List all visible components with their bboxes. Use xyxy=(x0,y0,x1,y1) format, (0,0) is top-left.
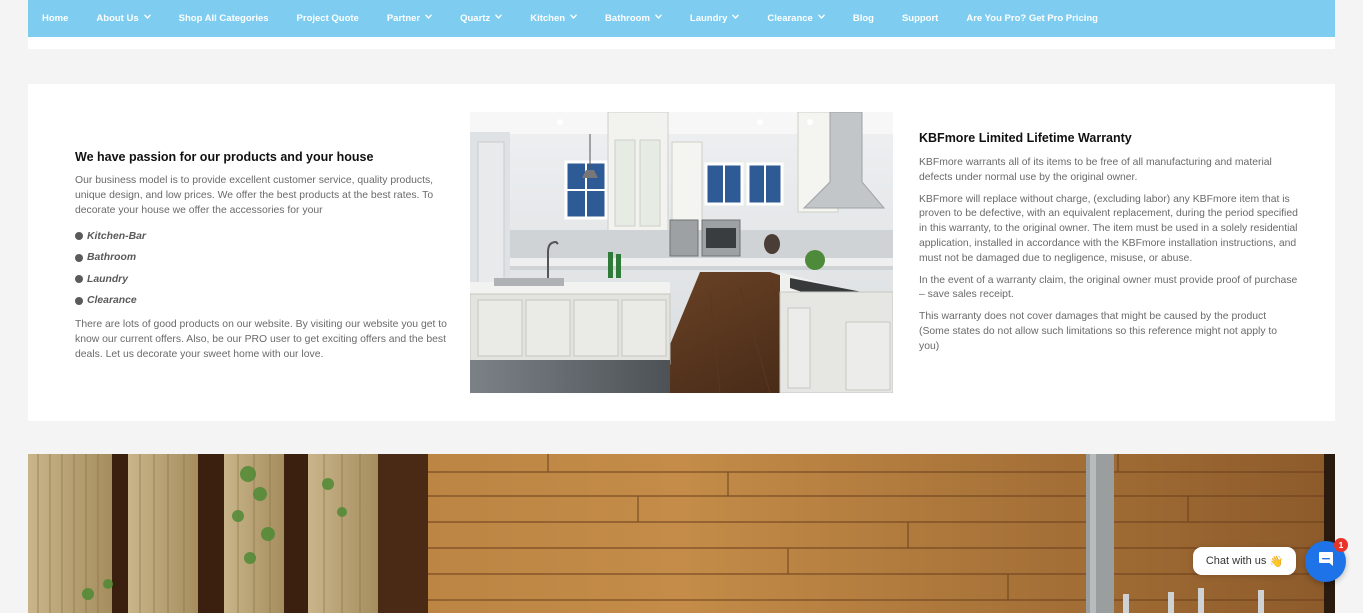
nav-item-label: Support xyxy=(901,13,939,24)
bullet-icon xyxy=(75,232,83,241)
chat-icon xyxy=(1317,550,1335,573)
bullet-icon xyxy=(75,275,83,284)
category-item: Kitchen-Bar xyxy=(75,225,450,247)
category-list: Kitchen-Bar Bathroom Laundry Clearance xyxy=(75,225,450,311)
chevron-down-icon xyxy=(570,14,578,21)
nav-item-label: Laundry xyxy=(689,13,728,24)
nav-item-bathroom[interactable]: Bathroom xyxy=(605,13,676,24)
category-item: Clearance xyxy=(75,290,450,312)
nav-item-label: Are You Pro? Get Pro Pricing xyxy=(966,13,1098,24)
category-item: Bathroom xyxy=(75,247,450,269)
nav-item-blog[interactable]: Blog xyxy=(853,13,888,24)
nav-item-laundry[interactable]: Laundry xyxy=(690,13,753,24)
chat-prompt[interactable]: Chat with us 👋 xyxy=(1193,547,1296,575)
category-label: Bathroom xyxy=(87,252,137,264)
nav-item-label: Blog xyxy=(852,13,874,24)
bullet-icon xyxy=(75,253,83,262)
warranty-paragraph: In the event of a warranty claim, the or… xyxy=(919,274,1298,301)
kitchen-image xyxy=(470,112,893,393)
nav-item-project-quote[interactable]: Project Quote xyxy=(297,13,373,24)
nav-item-label: About Us xyxy=(96,13,139,24)
notification-badge: 1 xyxy=(1334,538,1348,552)
about-outro: There are lots of good products on our w… xyxy=(75,319,447,360)
nav-item-are-you-pro-get-pro-pricing[interactable]: Are You Pro? Get Pro Pricing xyxy=(966,13,1112,24)
nav-menu: Home About Us Shop All Categories Project Q… xyxy=(42,0,1126,37)
chevron-down-icon xyxy=(495,14,503,21)
chevron-down-icon xyxy=(732,14,740,21)
nav-item-shop-all-categories[interactable]: Shop All Categories xyxy=(179,13,283,24)
nav-item-label: Clearance xyxy=(767,13,813,24)
nav-item-label: Kitchen xyxy=(530,13,566,24)
chevron-down-icon xyxy=(425,14,433,21)
wave-emoji: 👋 xyxy=(1269,555,1284,568)
nav-item-label: Shop All Categories xyxy=(178,13,269,24)
chat-prompt-label: Chat with us xyxy=(1205,555,1267,567)
nav-item-label: Bathroom xyxy=(605,13,650,24)
bullet-icon xyxy=(75,296,83,305)
nav-item-about-us[interactable]: About Us xyxy=(96,13,164,24)
warranty-paragraph: KBFmore warrants all of its items to be … xyxy=(919,157,1272,183)
chevron-down-icon xyxy=(817,14,825,21)
warranty-paragraph: This warranty does not cover damages tha… xyxy=(919,311,1278,352)
content-strip xyxy=(28,37,1335,49)
warranty-column: KBFmore Limited Lifetime Warranty KBFmor… xyxy=(919,131,1299,362)
category-item: Laundry xyxy=(75,268,450,290)
nav-item-support[interactable]: Support xyxy=(902,13,952,24)
category-label: Kitchen-Bar xyxy=(87,230,146,242)
about-section: We have passion for our products and you… xyxy=(28,84,1335,421)
nav-item-partner[interactable]: Partner xyxy=(387,13,446,24)
nav-item-label: Quartz xyxy=(460,13,491,24)
wood-interior-image xyxy=(28,454,1335,613)
nav-item-label: Project Quote xyxy=(296,13,359,24)
nav-item-label: Home xyxy=(42,13,69,24)
warranty-paragraph: KBFmore will replace without charge, (ex… xyxy=(919,193,1298,264)
about-column: We have passion for our products and you… xyxy=(75,150,450,363)
nav-item-kitchen[interactable]: Kitchen xyxy=(530,13,591,24)
about-intro: Our business model is to provide excelle… xyxy=(75,175,434,216)
chevron-down-icon xyxy=(654,14,662,21)
nav-item-home[interactable]: Home xyxy=(42,13,82,24)
nav-item-clearance[interactable]: Clearance xyxy=(767,13,838,24)
chevron-down-icon xyxy=(143,14,151,21)
about-title: We have passion for our products and you… xyxy=(75,150,374,164)
category-label: Clearance xyxy=(87,295,137,307)
warranty-title: KBFmore Limited Lifetime Warranty xyxy=(919,131,1132,145)
nav-item-quartz[interactable]: Quartz xyxy=(460,13,516,24)
nav-item-label: Partner xyxy=(386,13,421,24)
main-navigation: Home About Us Shop All Categories Project Q… xyxy=(28,0,1335,37)
category-label: Laundry xyxy=(87,273,128,285)
